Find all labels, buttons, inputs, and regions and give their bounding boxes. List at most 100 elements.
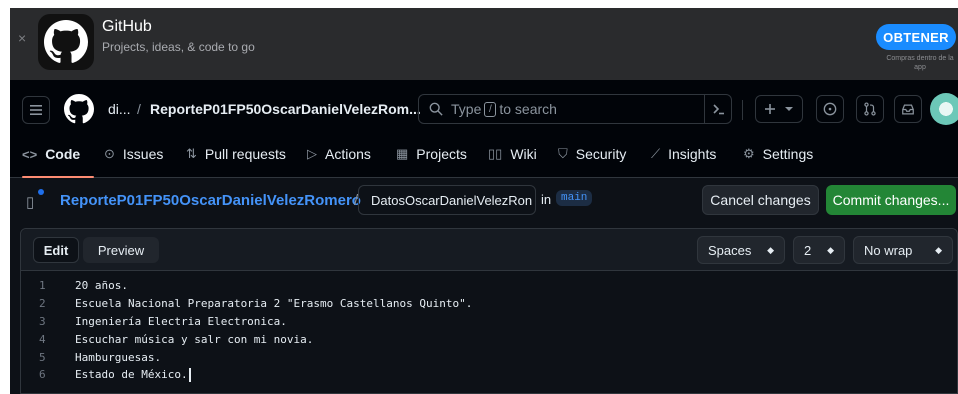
code-line[interactable]: 5 Hamburguesas.: [21, 348, 957, 366]
line-text: Hamburguesas.: [75, 350, 162, 364]
branch-in-label: in: [541, 192, 552, 207]
tab-label: Projects: [416, 146, 467, 162]
pull-request-icon: ⇅: [186, 146, 197, 161]
app-frame: × GitHub Projects, ideas, & code to go O…: [10, 8, 958, 394]
in-app-purchase-note: Compras dentro de la app: [886, 55, 954, 71]
table-icon: ▦: [396, 146, 409, 161]
app-name: GitHub: [102, 18, 152, 35]
app-tagline: Projects, ideas, & code to go: [102, 40, 255, 54]
cancel-changes-button[interactable]: Cancel changes: [702, 185, 819, 215]
book-icon: ▯▯: [488, 146, 503, 161]
breadcrumb-owner[interactable]: di...: [108, 101, 131, 117]
line-number: 4: [39, 332, 46, 346]
code-line[interactable]: 2 Escuela Nacional Preparatoria 2 "Erasm…: [21, 295, 957, 313]
slash-key-hint: /: [484, 101, 497, 117]
menu-button[interactable]: [22, 96, 50, 124]
tab-settings[interactable]: ⚙ Settings: [743, 146, 813, 162]
issue-opened-icon: [823, 102, 837, 116]
tab-label: Issues: [122, 146, 164, 162]
select-arrows-icon: ◆: [935, 244, 942, 255]
git-pull-request-icon: [864, 102, 876, 116]
search-placeholder-suffix: to search: [499, 101, 557, 117]
tab-preview[interactable]: Preview: [83, 237, 159, 263]
tab-actions[interactable]: ▷ Actions: [307, 146, 371, 162]
breadcrumb-separator: /: [137, 101, 141, 117]
indent-size-select[interactable]: 2 ◆: [793, 236, 845, 264]
pull-requests-button[interactable]: [856, 95, 884, 123]
issues-button[interactable]: [816, 95, 844, 123]
code-line[interactable]: 4 Escuchar música y salr con mi novia.: [21, 330, 957, 348]
code-icon: <>: [22, 146, 38, 162]
line-text: 20 años.: [75, 279, 128, 293]
tab-label: Code: [45, 146, 81, 162]
repo-link[interactable]: ReporteP01FP50OscarDanielVelezRomero: [60, 192, 361, 209]
github-logo-icon[interactable]: [64, 94, 94, 124]
caret-down-icon: [785, 107, 793, 111]
tab-issues[interactable]: ⊙ Issues: [104, 146, 163, 162]
code-editor: Edit Preview Spaces ◆ 2 ◆ No wrap ◆ 1 20…: [20, 228, 958, 394]
file-edit-bar: ▯ ReporteP01FP50OscarDanielVelezRomero /…: [10, 178, 958, 224]
close-banner-icon[interactable]: ×: [18, 30, 26, 46]
line-number: 2: [39, 297, 46, 311]
tab-security[interactable]: ⛉ Security: [558, 146, 626, 162]
inbox-icon: [902, 104, 914, 114]
line-number: 1: [39, 279, 46, 293]
code-line[interactable]: 1 20 años.: [21, 277, 957, 295]
line-text-last: Estado de México.: [75, 367, 191, 382]
hamburger-icon: [30, 105, 42, 115]
header-divider: [742, 100, 743, 120]
github-app-icon[interactable]: [38, 14, 94, 70]
create-new-button[interactable]: [755, 95, 803, 123]
tab-label: Settings: [762, 146, 814, 162]
tab-label: Pull requests: [204, 146, 286, 162]
line-number: 3: [39, 314, 46, 328]
line-text: Escuela Nacional Preparatoria 2 "Erasmo …: [75, 297, 473, 311]
tab-code[interactable]: <> Code: [22, 146, 80, 162]
play-icon: ▷: [307, 146, 317, 161]
filename-input[interactable]: DatosOscarDanielVelezRon: [358, 185, 536, 215]
tab-label: Wiki: [510, 146, 537, 162]
line-text: Estado de México.: [75, 367, 188, 381]
code-area[interactable]: 1 20 años. 2 Escuela Nacional Preparator…: [21, 277, 957, 384]
tab-pull-requests[interactable]: ⇅ Pull requests: [186, 146, 286, 162]
search-input[interactable]: Type / to search: [418, 94, 732, 124]
text-cursor: [188, 367, 191, 382]
commit-changes-button[interactable]: Commit changes...: [826, 185, 956, 215]
plus-icon: [765, 104, 775, 114]
indent-mode-select[interactable]: Spaces ◆: [697, 236, 785, 264]
file-diff-icon: ▯: [26, 194, 35, 211]
wrap-mode-select[interactable]: No wrap ◆: [853, 236, 953, 264]
indent-size-value: 2: [804, 242, 812, 258]
command-palette-button[interactable]: [704, 95, 732, 123]
tab-label: Actions: [325, 146, 371, 162]
line-number: 6: [39, 368, 46, 382]
line-number: 5: [39, 350, 46, 364]
tab-edit[interactable]: Edit: [33, 237, 79, 263]
code-line[interactable]: 6 Estado de México.: [21, 366, 957, 384]
shield-icon: ⛉: [558, 146, 568, 161]
tab-insights[interactable]: ⟋ Insights: [651, 146, 716, 162]
avatar[interactable]: [930, 93, 958, 125]
breadcrumb-repo[interactable]: ReporteP01FP50OscarDanielVelezRom...: [150, 101, 421, 117]
wrap-mode-value: No wrap: [864, 242, 913, 258]
gear-icon: ⚙: [743, 146, 755, 161]
tab-label: Security: [575, 146, 627, 162]
line-text: Ingeniería Electria Electronica.: [75, 314, 287, 328]
repo-nav-tabs: <> Code ⊙ Issues ⇅ Pull requests ▷ Actio…: [10, 134, 958, 178]
global-header: di... / ReporteP01FP50OscarDanielVelezRo…: [10, 80, 958, 178]
issue-icon: ⊙: [104, 146, 115, 161]
select-arrows-icon: ◆: [827, 244, 834, 255]
inbox-button[interactable]: [894, 95, 922, 123]
tab-wiki[interactable]: ▯▯ Wiki: [488, 146, 537, 162]
search-icon: [429, 102, 443, 116]
get-app-button[interactable]: OBTENER: [876, 24, 956, 50]
indent-mode-value: Spaces: [708, 242, 752, 258]
code-line[interactable]: 3 Ingeniería Electria Electronica.: [21, 313, 957, 331]
graph-icon: ⟋: [651, 146, 661, 161]
terminal-icon: [712, 104, 724, 115]
search-placeholder-prefix: Type: [451, 101, 482, 117]
tab-projects[interactable]: ▦ Projects: [396, 146, 467, 162]
tab-label: Insights: [668, 146, 717, 162]
editor-toolbar: Edit Preview Spaces ◆ 2 ◆ No wrap ◆: [21, 229, 957, 271]
line-text: Escuchar música y salr con mi novia.: [75, 332, 314, 346]
